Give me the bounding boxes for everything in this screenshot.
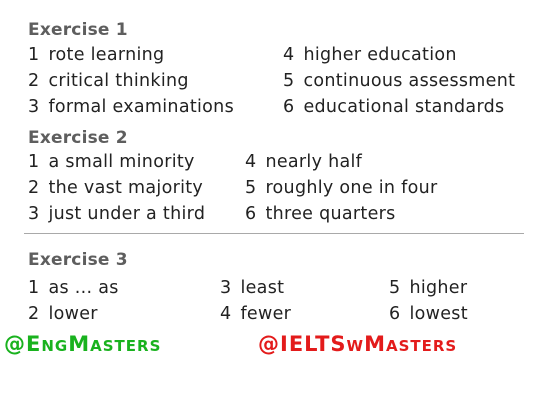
exercise-3-item-1: 1 as ... as [28,278,119,298]
exercise-1-item-1: 1 rote learning [28,45,164,65]
exercise-3-item-2: 2 lower [28,304,98,324]
item-text: higher education [303,45,457,65]
exercise-3-item-4: 4 fewer [220,304,291,324]
exercise-3-item-3: 3 least [220,278,284,298]
item-text: a small minority [48,152,195,172]
item-number: 4 [245,152,257,172]
item-text: continuous assessment [303,71,516,91]
item-number: 4 [283,45,295,65]
exercise-2-item-6: 6 three quarters [245,204,396,224]
item-number: 4 [220,304,232,324]
exercise-1-heading: Exercise 1 [28,20,128,40]
item-text: educational standards [303,97,505,117]
item-text: nearly half [265,152,363,172]
item-number: 3 [28,97,40,117]
item-number: 1 [28,278,40,298]
exercise-2-item-5: 5 roughly one in four [245,178,438,198]
exercise-3-heading: Exercise 3 [28,250,128,270]
item-text: rote learning [48,45,165,65]
exercise-1-item-6: 6 educational standards [283,97,504,117]
exercise-3-item-6: 6 lowest [389,304,468,324]
item-number: 2 [28,71,40,91]
item-text: the vast majority [48,178,204,198]
item-text: roughly one in four [265,178,438,198]
item-text: fewer [240,304,292,324]
exercise-1-item-5: 5 continuous assessment [283,71,515,91]
item-number: 5 [389,278,401,298]
exercise-1-item-4: 4 higher education [283,45,457,65]
item-number: 3 [220,278,232,298]
exercise-1-item-3: 3 formal examinations [28,97,234,117]
item-text: three quarters [265,204,396,224]
item-text: as ... as [48,278,119,298]
item-text: lowest [409,304,468,324]
exercise-2-item-3: 3 just under a third [28,204,205,224]
item-number: 6 [283,97,295,117]
item-number: 1 [28,152,40,172]
item-number: 6 [245,204,257,224]
item-text: critical thinking [48,71,189,91]
item-text: formal examinations [48,97,234,117]
item-number: 2 [28,304,40,324]
exercise-2-item-1: 1 a small minority [28,152,195,172]
item-text: least [240,278,285,298]
item-number: 3 [28,204,40,224]
item-number: 5 [245,178,257,198]
exercise-2-item-4: 4 nearly half [245,152,362,172]
exercise-3-item-5: 5 higher [389,278,467,298]
item-number: 1 [28,45,40,65]
item-text: lower [48,304,98,324]
item-text: higher [409,278,468,298]
item-number: 6 [389,304,401,324]
item-number: 2 [28,178,40,198]
engmasters-watermark: @ENGMASTERS [4,332,162,356]
item-number: 5 [283,71,295,91]
exercise-1-item-2: 2 critical thinking [28,71,189,91]
exercise-2-item-2: 2 the vast majority [28,178,203,198]
item-text: just under a third [48,204,206,224]
section-divider [24,233,524,234]
exercise-2-heading: Exercise 2 [28,128,128,148]
ieltswmasters-watermark: @IELTSWMASTERS [258,332,458,356]
